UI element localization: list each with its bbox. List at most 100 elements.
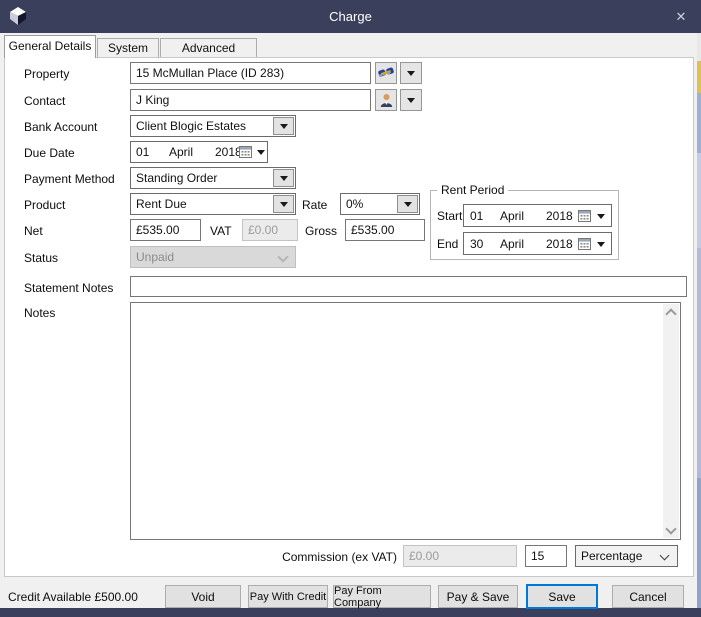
- commission-label: Commission (ex VAT): [277, 550, 397, 564]
- vat-value: £0.00: [248, 223, 278, 237]
- rent-end-day[interactable]: 30: [470, 237, 483, 251]
- property-label: Property: [24, 67, 69, 81]
- chevron-down-icon: [665, 523, 676, 534]
- chevron-down-icon: [277, 251, 288, 262]
- product-label: Product: [24, 198, 65, 212]
- payment-method-label: Payment Method: [24, 172, 115, 186]
- rent-end-date-picker[interactable]: 30 April 2018: [463, 232, 612, 255]
- commission-amount-field: £0.00: [403, 545, 517, 567]
- chevron-up-icon: [665, 308, 676, 319]
- property-search-button[interactable]: [375, 62, 397, 84]
- commission-unit-value: Percentage: [581, 549, 642, 563]
- tab-general-details[interactable]: General Details: [4, 35, 96, 58]
- scroll-down-button[interactable]: [663, 522, 679, 538]
- due-date-day[interactable]: 01: [136, 145, 149, 159]
- bank-account-label: Bank Account: [24, 120, 97, 134]
- bank-account-combobox[interactable]: Client Blogic Estates: [130, 115, 296, 137]
- due-date-label: Due Date: [24, 146, 75, 160]
- combo-arrow-button[interactable]: [397, 195, 418, 213]
- payment-method-combobox[interactable]: Standing Order: [130, 167, 296, 189]
- pay-from-company-button[interactable]: Pay From Company: [333, 585, 431, 608]
- pay-and-save-button[interactable]: Pay & Save: [438, 585, 518, 608]
- scroll-up-button[interactable]: [663, 304, 679, 320]
- gross-field[interactable]: £535.00: [345, 219, 425, 241]
- rent-start-date-picker[interactable]: 01 April 2018: [463, 204, 612, 227]
- contact-value: J King: [136, 93, 169, 107]
- product-value: Rent Due: [136, 197, 187, 211]
- due-date-year[interactable]: 2018: [215, 145, 242, 159]
- due-date-month[interactable]: April: [169, 145, 193, 159]
- dropdown-arrow-icon: [407, 98, 415, 103]
- commission-amount-value: £0.00: [409, 549, 439, 563]
- bank-account-value: Client Blogic Estates: [136, 119, 246, 133]
- charge-dialog: Charge ✕ General Details System Info Adv…: [0, 0, 701, 617]
- calendar-icon: [578, 210, 591, 222]
- contact-label: Contact: [24, 94, 65, 108]
- vat-field: £0.00: [242, 219, 298, 241]
- rent-end-month[interactable]: April: [500, 237, 524, 251]
- commission-rate-value: 15: [531, 549, 544, 563]
- property-value: 15 McMullan Place (ID 283): [136, 66, 284, 80]
- tab-system-info[interactable]: System Info: [97, 38, 159, 58]
- dropdown-arrow-icon: [404, 202, 412, 207]
- calendar-icon: [239, 146, 252, 158]
- calendar-icon: [578, 238, 591, 250]
- contact-dropdown-button[interactable]: [400, 89, 422, 111]
- commission-unit-combobox[interactable]: Percentage: [575, 545, 678, 567]
- rent-start-month[interactable]: April: [500, 209, 524, 223]
- save-button[interactable]: Save: [526, 584, 598, 609]
- commission-rate-field[interactable]: 15: [525, 545, 567, 567]
- rent-start-day[interactable]: 01: [470, 209, 483, 223]
- due-date-picker[interactable]: 01 April 2018: [130, 141, 268, 163]
- dropdown-arrow-icon: [257, 150, 265, 155]
- product-combobox[interactable]: Rent Due: [130, 193, 296, 215]
- cancel-button[interactable]: Cancel: [612, 585, 684, 608]
- gross-label: Gross: [305, 224, 337, 238]
- net-label: Net: [24, 224, 43, 238]
- rent-period-label: Rent Period: [437, 183, 508, 197]
- rate-label: Rate: [302, 198, 327, 212]
- dropdown-arrow-icon: [407, 71, 415, 76]
- title-bar: Charge ✕: [0, 0, 701, 33]
- contact-field[interactable]: J King: [130, 89, 371, 111]
- combo-arrow-button[interactable]: [273, 195, 294, 213]
- credit-available-text: Credit Available £500.00: [8, 590, 138, 604]
- rent-start-label: Start: [437, 209, 462, 223]
- statement-notes-input[interactable]: [130, 276, 687, 297]
- tab-advanced-settings[interactable]: Advanced Settings: [160, 38, 257, 58]
- dropdown-arrow-icon: [597, 242, 605, 247]
- gross-value: £535.00: [351, 223, 394, 237]
- window-bottom-edge: [0, 608, 701, 617]
- notes-scrollbar[interactable]: [663, 304, 679, 538]
- notes-textarea[interactable]: [130, 302, 681, 540]
- dropdown-arrow-icon: [280, 124, 288, 129]
- status-label: Status: [24, 251, 58, 265]
- dropdown-arrow-icon: [280, 202, 288, 207]
- window-title: Charge: [0, 0, 701, 33]
- property-field[interactable]: 15 McMullan Place (ID 283): [130, 62, 371, 84]
- net-field[interactable]: £535.00: [130, 219, 201, 241]
- contact-search-button[interactable]: [375, 89, 397, 111]
- status-combobox: Unpaid: [130, 246, 296, 268]
- payment-method-value: Standing Order: [136, 171, 217, 185]
- void-button[interactable]: Void: [165, 585, 241, 608]
- rent-end-label: End: [437, 237, 458, 251]
- statement-notes-label: Statement Notes: [24, 281, 113, 295]
- pay-with-credit-button[interactable]: Pay With Credit: [248, 585, 328, 608]
- background-window-sliver: [697, 33, 701, 608]
- rent-end-year[interactable]: 2018: [546, 237, 573, 251]
- vat-label: VAT: [210, 224, 232, 238]
- chevron-down-icon: [660, 551, 670, 561]
- dropdown-arrow-icon: [597, 214, 605, 219]
- combo-arrow-button[interactable]: [273, 117, 294, 135]
- person-icon: [380, 93, 393, 107]
- dropdown-arrow-icon: [280, 176, 288, 181]
- net-value: £535.00: [136, 223, 179, 237]
- binoculars-icon: [378, 67, 394, 79]
- combo-arrow-button[interactable]: [273, 169, 294, 187]
- rate-combobox[interactable]: 0%: [340, 193, 420, 215]
- status-value: Unpaid: [136, 250, 174, 264]
- close-icon[interactable]: ✕: [667, 0, 695, 33]
- property-dropdown-button[interactable]: [400, 62, 422, 84]
- rent-start-year[interactable]: 2018: [546, 209, 573, 223]
